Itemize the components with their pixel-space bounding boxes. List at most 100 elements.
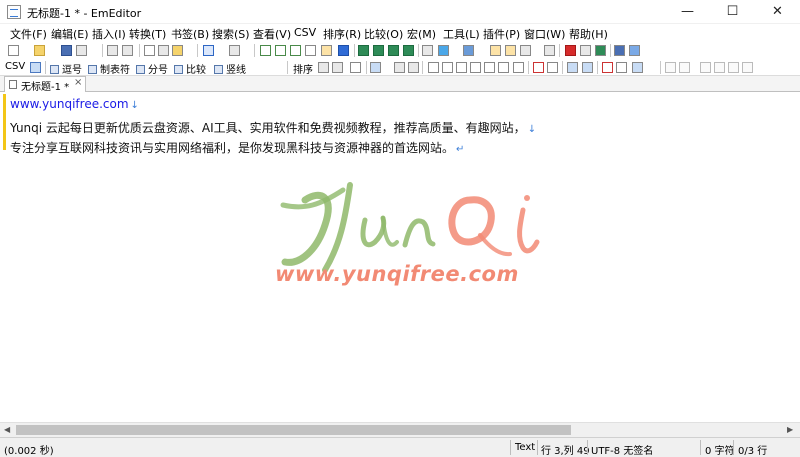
column-right-icon[interactable] [408,62,419,73]
save-all-icon[interactable] [76,45,87,56]
copy-icon[interactable] [158,45,169,56]
vertical-line-icon [214,65,223,74]
disabled-tool-icon [742,62,753,73]
macro-list-icon[interactable] [544,45,555,56]
status-encoding[interactable]: UTF-8 无签名 [591,442,653,457]
sort-length-asc-icon[interactable] [484,62,495,73]
menu-compare[interactable]: 比较(O) [364,26,403,42]
document-tab-bar: 无标题-1 * × [0,76,800,93]
print-icon[interactable] [107,45,118,56]
sort-descending-icon[interactable] [442,62,453,73]
insert-sequence-icon[interactable] [616,62,627,73]
menu-csv[interactable]: CSV [294,26,316,39]
view-options-icon[interactable] [632,62,643,73]
macro-record-icon[interactable] [490,45,501,56]
explorer-icon[interactable] [403,45,414,56]
sort-ascending-icon[interactable] [428,62,439,73]
compare-button[interactable]: 比较 [174,61,206,76]
find-previous-icon[interactable] [275,45,286,56]
semicolon-button[interactable]: 分号 [136,61,168,76]
stop-icon[interactable] [565,45,576,56]
horizontal-scrollbar[interactable]: ◀ ▶ [0,422,800,437]
cut-icon[interactable] [144,45,155,56]
editor-line-2[interactable]: Yunqi 云起每日更新优质云盘资源、AI工具、实用软件和免费视频教程，推荐高质… [10,119,536,136]
new-file-icon[interactable] [8,45,19,56]
tile-windows-icon[interactable] [614,45,625,56]
sort-reverse-icon[interactable] [513,62,524,73]
menu-window[interactable]: 窗口(W) [524,26,565,42]
tab-separator-button[interactable]: 制表符 [88,61,130,76]
scroll-left-icon[interactable]: ◀ [4,425,10,434]
sort-stable-icon[interactable] [332,62,343,73]
tools-icon[interactable] [629,45,640,56]
properties-icon[interactable] [422,45,433,56]
macro-select-icon[interactable] [520,45,531,56]
sort-length-desc-icon[interactable] [498,62,509,73]
disabled-tool-icon [679,62,690,73]
menu-macro[interactable]: 宏(M) [407,26,436,42]
open-folder-icon[interactable] [34,45,45,56]
menu-insert[interactable]: 插入(I) [92,26,126,42]
customize-icon[interactable] [595,45,606,56]
menu-view[interactable]: 查看(V) [253,26,291,42]
vertical-line-button[interactable]: 竖线 [214,61,246,76]
csv-grid-icon[interactable] [30,62,41,73]
menu-bar: 文件(F) 编辑(E) 插入(I) 转换(T) 书签(B) 搜索(S) 查看(V… [0,24,800,42]
menu-bookmark[interactable]: 书签(B) [171,26,209,42]
sort-numeric-desc-icon[interactable] [470,62,481,73]
status-text-mode[interactable]: Text [515,442,535,453]
find-icon[interactable] [260,45,271,56]
find-in-files-icon[interactable] [321,45,332,56]
split-view-icon[interactable] [373,45,384,56]
menu-sort[interactable]: 排序(R) [323,26,361,42]
menu-plugins[interactable]: 插件(P) [483,26,520,42]
csv-mode-button[interactable]: CSV [5,61,25,72]
menu-convert[interactable]: 转换(T) [129,26,166,42]
column-left-icon[interactable] [394,62,405,73]
minimize-button[interactable]: — [665,0,710,24]
maximize-button[interactable]: ☐ [710,0,755,24]
numbering-icon[interactable] [602,62,613,73]
comma-button[interactable]: 逗号 [50,61,82,76]
menu-edit[interactable]: 编辑(E) [51,26,89,42]
undo-icon[interactable] [203,45,214,56]
remove-duplicates-icon[interactable] [547,62,558,73]
outline-icon[interactable] [388,45,399,56]
tab-untitled-1[interactable]: 无标题-1 * × [4,76,86,93]
spell-check-icon[interactable] [533,62,544,73]
compare-icon [174,65,183,74]
configuration-icon[interactable] [463,45,474,56]
scroll-thumb[interactable] [16,425,571,435]
column-select-icon[interactable] [370,62,381,73]
find-next-icon[interactable] [290,45,301,56]
menu-search[interactable]: 搜索(S) [212,26,250,42]
macro-run-icon[interactable] [505,45,516,56]
sort-button[interactable]: 排序 [293,61,313,76]
menu-tools[interactable]: 工具(L) [443,26,480,42]
split-lines-icon[interactable] [582,62,593,73]
editor-line-3[interactable]: 专注分享互联网科技资讯与实用网络福利，是你发现黑科技与资源神器的首选网站。 ↵ [10,139,464,156]
window-list-icon[interactable] [580,45,591,56]
sort-options-icon[interactable] [318,62,329,73]
close-button[interactable]: ✕ [755,0,800,24]
scroll-right-icon[interactable]: ▶ [787,425,793,434]
paste-icon[interactable] [172,45,183,56]
status-cursor-position[interactable]: 行 3,列 49 [541,442,590,457]
tab-close-icon[interactable]: × [74,77,82,88]
filter-icon[interactable] [338,45,349,56]
print-preview-icon[interactable] [122,45,133,56]
semicolon-icon [136,65,145,74]
tools-wrench-icon[interactable] [350,62,361,73]
menu-help[interactable]: 帮助(H) [569,26,608,42]
watermark-url: www.yunqifree.com [275,262,519,286]
comma-icon [50,65,59,74]
save-icon[interactable] [61,45,72,56]
font-icon[interactable] [438,45,449,56]
join-lines-icon[interactable] [567,62,578,73]
sort-numeric-asc-icon[interactable] [456,62,467,73]
toggle-view-icon[interactable] [358,45,369,56]
redo-icon[interactable] [229,45,240,56]
replace-icon[interactable] [305,45,316,56]
editor-line-1[interactable]: www.yunqifree.com ↓ [10,97,139,111]
menu-file[interactable]: 文件(F) [10,26,47,42]
